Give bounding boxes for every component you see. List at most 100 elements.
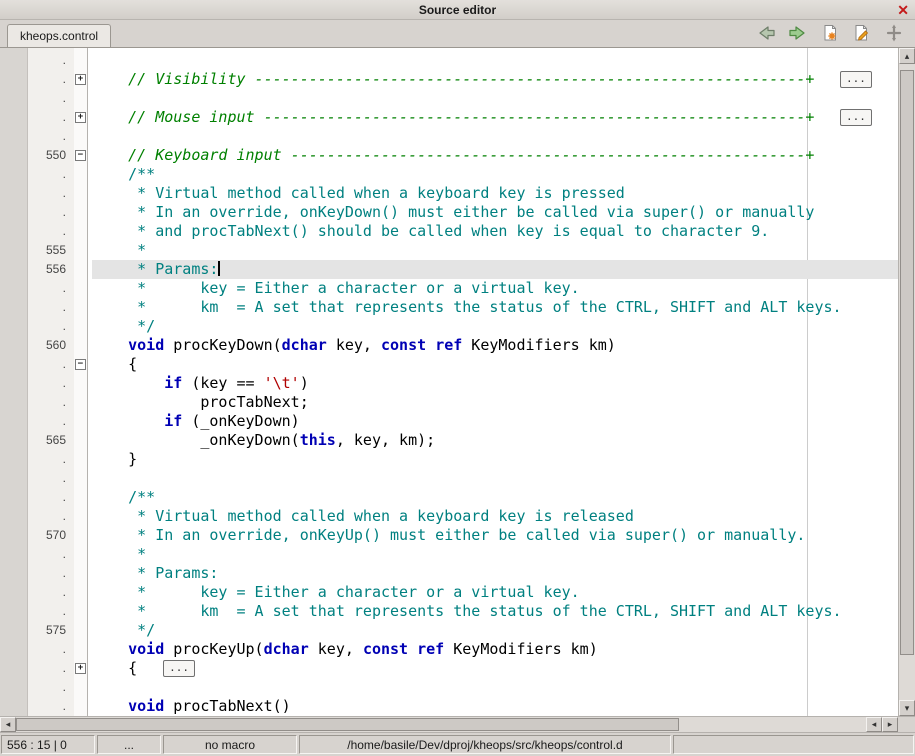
macro-state-panel: no macro [163, 735, 297, 754]
gutter-line-number[interactable]: . [28, 127, 74, 146]
fold-row: − [74, 146, 87, 165]
fold-expand-icon[interactable]: + [75, 663, 86, 674]
scroll-right-icon[interactable]: ▸ [882, 717, 898, 732]
fold-row [74, 545, 87, 564]
code-line: } [92, 450, 898, 469]
gutter[interactable]: .....550....555556...560....565....570..… [28, 48, 74, 716]
fold-row [74, 526, 87, 545]
close-icon[interactable]: ✕ [897, 1, 909, 19]
gutter-line-number[interactable]: 565 [28, 431, 74, 450]
gutter-line-number[interactable]: . [28, 108, 74, 127]
code-line: * and procTabNext() should be called whe… [92, 222, 898, 241]
scroll-left-icon[interactable]: ◂ [0, 717, 16, 732]
fold-row [74, 678, 87, 697]
gutter-line-number[interactable]: . [28, 488, 74, 507]
gutter-line-number[interactable]: . [28, 51, 74, 70]
scroll-left-end-icon[interactable]: ◂ [866, 717, 882, 732]
gutter-line-number[interactable]: . [28, 70, 74, 89]
gutter-line-number[interactable]: 556 [28, 260, 74, 279]
code-line: * Virtual method called when a keyboard … [92, 507, 898, 526]
save-document-as-icon[interactable] [851, 24, 873, 42]
horizontal-scroll-thumb[interactable] [16, 718, 679, 731]
gutter-line-number[interactable]: . [28, 298, 74, 317]
folded-code-ellipsis[interactable]: ... [840, 109, 872, 126]
gutter-line-number[interactable]: . [28, 165, 74, 184]
gutter-line-number[interactable]: . [28, 659, 74, 678]
gutter-line-number[interactable]: . [28, 583, 74, 602]
text-cursor [218, 261, 220, 276]
code-line: _onKeyDown(this, key, km); [92, 431, 898, 450]
gutter-line-number[interactable]: . [28, 412, 74, 431]
gutter-line-number[interactable]: 550 [28, 146, 74, 165]
fold-expand-icon[interactable]: + [75, 74, 86, 85]
fold-collapse-icon[interactable]: − [75, 150, 86, 161]
code-line [92, 89, 898, 108]
gutter-line-number[interactable]: . [28, 678, 74, 697]
code-line: /** [92, 165, 898, 184]
vertical-scroll-track[interactable] [899, 64, 915, 700]
gutter-line-number[interactable]: . [28, 393, 74, 412]
scroll-up-icon[interactable]: ▴ [899, 48, 915, 64]
gutter-line-number[interactable]: . [28, 89, 74, 108]
gutter-line-number[interactable]: 570 [28, 526, 74, 545]
fold-row [74, 51, 87, 70]
gutter-line-number[interactable]: . [28, 374, 74, 393]
folded-code-ellipsis[interactable]: ... [163, 660, 195, 677]
fold-row [74, 336, 87, 355]
status-filler-panel [673, 735, 914, 754]
status-ellipsis-panel: ... [97, 735, 161, 754]
code-line: * In an override, onKeyUp() must either … [92, 526, 898, 545]
code-area[interactable]: // Visibility --------------------------… [88, 48, 898, 716]
gutter-line-number[interactable]: . [28, 564, 74, 583]
gutter-line-number[interactable]: 560 [28, 336, 74, 355]
fold-row [74, 697, 87, 716]
code-line: * Virtual method called when a keyboard … [92, 184, 898, 203]
horizontal-scrollbar: ◂ ◂ ▸ [0, 716, 915, 732]
fold-expand-icon[interactable]: + [75, 112, 86, 123]
save-document-icon[interactable] [819, 24, 841, 42]
gutter-line-number[interactable]: . [28, 697, 74, 716]
code-line: if (key == '\t') [92, 374, 898, 393]
gutter-line-number[interactable]: . [28, 507, 74, 526]
folded-code-ellipsis[interactable]: ... [840, 71, 872, 88]
gutter-line-number[interactable]: 555 [28, 241, 74, 260]
code-line: procTabNext; [92, 393, 898, 412]
fold-row [74, 222, 87, 241]
editor-toolbar [755, 24, 905, 42]
fold-margin[interactable]: + + − − + [74, 48, 88, 716]
code-line: * km = A set that represents the status … [92, 298, 898, 317]
fold-row [74, 488, 87, 507]
gutter-line-number[interactable]: . [28, 602, 74, 621]
detach-editor-icon[interactable] [883, 24, 905, 42]
fold-row: + [74, 70, 87, 89]
scroll-down-icon[interactable]: ▾ [899, 700, 915, 716]
code-line: */ [92, 621, 898, 640]
gutter-line-number[interactable]: . [28, 317, 74, 336]
gutter-line-number[interactable]: . [28, 279, 74, 298]
fold-collapse-icon[interactable]: − [75, 359, 86, 370]
gutter-line-number[interactable]: . [28, 469, 74, 488]
gutter-line-number[interactable]: . [28, 222, 74, 241]
code-line: * Params: [92, 564, 898, 583]
fold-row [74, 184, 87, 203]
back-arrow-icon[interactable] [755, 24, 777, 42]
horizontal-scroll-track[interactable] [16, 717, 866, 732]
gutter-line-number[interactable]: 575 [28, 621, 74, 640]
gutter-line-number[interactable]: . [28, 184, 74, 203]
gutter-line-number[interactable]: . [28, 355, 74, 374]
fold-row [74, 298, 87, 317]
gutter-line-number[interactable]: . [28, 640, 74, 659]
gutter-line-number[interactable]: . [28, 545, 74, 564]
tab-kheops-control[interactable]: kheops.control [7, 24, 111, 47]
gutter-line-number[interactable]: . [28, 203, 74, 222]
vertical-scroll-thumb[interactable] [900, 70, 914, 655]
gutter-line-number[interactable]: . [28, 450, 74, 469]
scrollbar-corner [898, 717, 915, 732]
window-title: Source editor [419, 3, 496, 17]
fold-row: + [74, 659, 87, 678]
code-line: * key = Either a character or a virtual … [92, 583, 898, 602]
breakpoint-margin[interactable] [0, 48, 28, 716]
forward-arrow-icon[interactable] [787, 24, 809, 42]
code-line [92, 127, 898, 146]
fold-row: + [74, 108, 87, 127]
